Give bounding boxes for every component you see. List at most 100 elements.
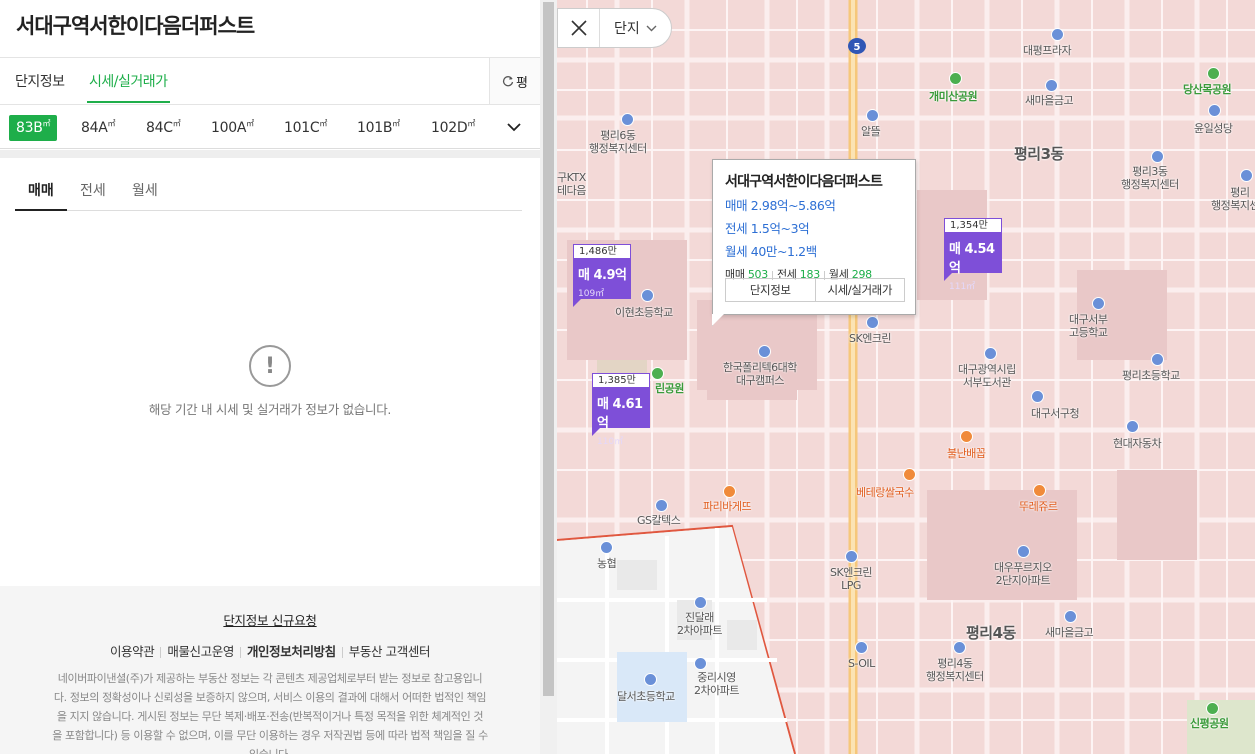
popup-complex-name: 서대구역서한이다음더퍼스트 (725, 174, 883, 190)
bank-icon (1064, 610, 1077, 623)
area-more-button[interactable] (504, 117, 524, 137)
mart-icon (866, 109, 879, 122)
map-label: S-OIL (848, 657, 875, 670)
marker-price: 매 4.54억 (949, 242, 995, 276)
unit-toggle-button[interactable]: 평 (489, 58, 540, 104)
road-5-badge: 5 (848, 38, 866, 54)
school-icon (644, 673, 657, 686)
trade-tab-monthly[interactable]: 월세 (132, 180, 158, 200)
area-tab-101b[interactable]: 101B㎡ (350, 115, 407, 141)
map-label: 신평공원 (1190, 717, 1229, 730)
main-tabs: 단지정보 시세/실거래가 평 (0, 57, 540, 105)
map-label: 중리시영 2차아파트 (694, 671, 739, 697)
area-tab-84c[interactable]: 84C㎡ (139, 115, 187, 141)
map-label: SK엔크린 LPG (830, 566, 873, 592)
empty-state: ! 해당 기간 내 시세 및 실거래가 정보가 없습니다. (0, 345, 540, 418)
divider (239, 647, 241, 658)
map-label: 진달래 2차아파트 (677, 611, 722, 637)
map-label: 현대자동차 (1113, 437, 1162, 450)
app-window: 서대구역서한이다음더퍼스트 단지정보 시세/실거래가 평 83B㎡ 84A㎡ 8… (0, 0, 1255, 754)
area-tab-83b[interactable]: 83B㎡ (9, 115, 58, 141)
gas-station-icon (845, 550, 858, 563)
building-icon (1051, 28, 1064, 41)
school-icon (1092, 297, 1105, 310)
map-label: 대구서구청 (1031, 407, 1080, 420)
bank-icon (1045, 79, 1058, 92)
map-label: 파리바게뜨 (703, 500, 752, 513)
map-label: 평리6동 행정복지센터 (589, 129, 647, 155)
popup-sale-range: 매매 2.98억~5.86억 (725, 198, 836, 213)
popup-complex-info-button[interactable]: 단지정보 (726, 279, 816, 301)
office-icon (1240, 169, 1253, 182)
popup-pointer (712, 314, 724, 326)
area-tab-101c[interactable]: 101C㎡ (277, 115, 334, 141)
marker-pointer (573, 299, 581, 307)
marker-body: 매 4.61억 110㎡ (592, 388, 650, 447)
divider (341, 647, 343, 658)
area-tab-102d[interactable]: 102D㎡ (424, 115, 482, 141)
government-icon (1031, 390, 1044, 403)
filter-label: 단지 (614, 21, 640, 37)
price-marker[interactable]: 1,385만 매 4.61억 110㎡ (592, 373, 650, 447)
restaurant-icon (960, 430, 973, 443)
map-label: 구KTX 테다음 (557, 171, 586, 197)
panel-scrollbar[interactable] (540, 0, 557, 754)
empty-message: 해당 기간 내 시세 및 실거래가 정보가 없습니다. (148, 402, 392, 417)
complex-filter-dropdown[interactable]: 단지 (600, 18, 657, 38)
map-label: 새마을금고 (1025, 94, 1074, 107)
tab-complex-info[interactable]: 단지정보 (15, 71, 65, 91)
map-label: 농협 (597, 557, 617, 570)
popup-price-button[interactable]: 시세/실거래가 (816, 279, 905, 301)
area-tab-84a[interactable]: 84A㎡ (74, 115, 122, 141)
area-tab-100a[interactable]: 100A㎡ (204, 115, 261, 141)
map-label: 한국폴리텍6대학 대구캠퍼스 (723, 361, 797, 387)
chevron-down-icon (646, 25, 657, 31)
restaurant-icon (903, 468, 916, 481)
park-icon (1207, 67, 1220, 80)
map-label: 평리3동 (1014, 145, 1064, 163)
trade-tab-sale[interactable]: 매매 (15, 180, 67, 211)
map-label: 당산목공원 (1183, 83, 1232, 96)
trade-tab-jeonse[interactable]: 전세 (80, 180, 106, 200)
gas-station-icon (855, 641, 868, 654)
map-close-button[interactable] (558, 9, 600, 47)
listing-report-link[interactable]: 매물신고운영 (167, 644, 234, 659)
map-view[interactable]: 5 대평프라자 개미산공원 새마을금고 당산목공원 윤일성당 평리6동 행정복지… (557, 0, 1255, 754)
area-tabs: 83B㎡ 84A㎡ 84C㎡ 100A㎡ 101C㎡ 101B㎡ 102D㎡ (0, 105, 540, 149)
map-label: 새마을금고 (1045, 626, 1094, 639)
car-icon (1126, 420, 1139, 433)
map-label: 대구서부 고등학교 (1069, 313, 1108, 339)
school-icon (641, 289, 654, 302)
marker-body: 매 4.54억 111㎡ (944, 233, 1002, 292)
apartment-icon (1017, 545, 1030, 558)
map-label: SK엔크린 (849, 332, 892, 345)
map-label: 대구광역시립 서부도서관 (958, 363, 1016, 389)
map-label: 평리4동 행정복지센터 (926, 657, 984, 683)
price-marker[interactable]: 1,486만 매 4.9억 109㎡ (573, 244, 631, 307)
restaurant-icon (723, 485, 736, 498)
complex-title: 서대구역서한이다음더퍼스트 (16, 14, 255, 38)
chevron-down-icon (507, 122, 521, 131)
map-label: 린공원 (655, 382, 684, 395)
terms-link[interactable]: 이용약관 (110, 644, 155, 659)
price-marker[interactable]: 1,354만 매 4.54억 111㎡ (944, 218, 1002, 292)
new-complex-request-link[interactable]: 단지정보 신규요청 (0, 610, 540, 629)
close-icon (570, 20, 587, 36)
divider (160, 647, 162, 658)
map-label: 이현초등학교 (615, 306, 673, 319)
map-label: 대우푸르지오 2단지아파트 (994, 561, 1052, 587)
unit-label: 평 (516, 75, 528, 91)
refresh-icon (502, 76, 514, 87)
map-label: 평리초등학교 (1122, 369, 1180, 382)
apartment-icon (694, 657, 707, 670)
map-label: 대평프라자 (1023, 44, 1072, 57)
customer-center-link[interactable]: 부동산 고객센터 (349, 644, 431, 659)
popup-buttons: 단지정보 시세/실거래가 (725, 278, 905, 302)
map-label: 평리 행정복지센터 (1211, 186, 1255, 212)
map-label: 불난배꼽 (947, 447, 986, 460)
svg-text:5: 5 (854, 42, 861, 53)
privacy-policy-link[interactable]: 개인정보처리방침 (247, 644, 336, 659)
park-icon (651, 367, 664, 380)
tab-price-transactions[interactable]: 시세/실거래가 (87, 71, 169, 103)
scrollbar-thumb[interactable] (543, 2, 554, 696)
